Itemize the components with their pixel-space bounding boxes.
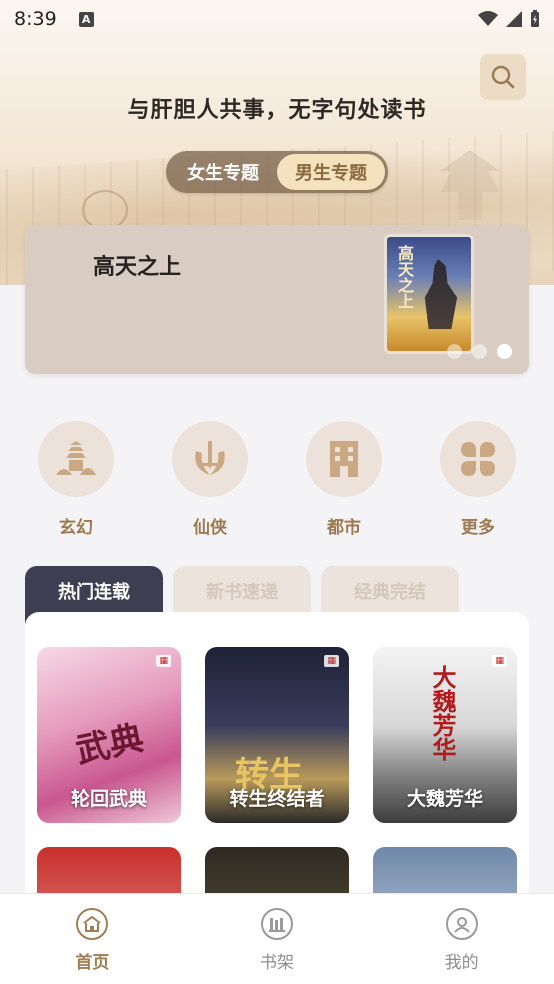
book-title: 大魏芳华 bbox=[406, 788, 483, 810]
category-label: 玄幻 bbox=[59, 518, 93, 538]
publisher-logo: ▦ bbox=[156, 655, 171, 667]
category-xianxia[interactable]: 仙侠 bbox=[172, 421, 248, 538]
book-title: 轮回武典 bbox=[70, 788, 147, 810]
battery-icon bbox=[531, 10, 539, 27]
slogan: 与肝胆人共事，无字句处读书 bbox=[127, 97, 427, 123]
carousel-dot[interactable] bbox=[472, 344, 487, 359]
sword-icon bbox=[195, 441, 225, 475]
status-indicators bbox=[478, 10, 540, 28]
tab-female[interactable]: 女生专题 bbox=[169, 154, 277, 190]
category-icon-wrap bbox=[38, 421, 114, 497]
carousel-dot[interactable] bbox=[447, 344, 462, 359]
book-title: 转生终结者 bbox=[229, 788, 325, 810]
status-bar: 8:39 A bbox=[0, 0, 554, 38]
signal-icon bbox=[506, 11, 522, 27]
four-petal-icon bbox=[461, 442, 495, 476]
category-label: 更多 bbox=[461, 518, 495, 538]
nav-label: 书架 bbox=[259, 953, 294, 973]
wifi-icon bbox=[478, 11, 498, 26]
nav-profile[interactable]: 我的 bbox=[412, 908, 512, 973]
cover-title-text: 武典 bbox=[72, 718, 148, 772]
category-row: 玄幻 仙侠 都市 更多 bbox=[38, 421, 516, 538]
nav-home[interactable]: 首页 bbox=[42, 908, 142, 973]
category-label: 仙侠 bbox=[193, 518, 227, 538]
notification-icon: A bbox=[78, 11, 94, 27]
bookshelf-icon bbox=[260, 908, 293, 940]
tab-male[interactable]: 男生专题 bbox=[277, 154, 385, 190]
carousel-dot-active[interactable] bbox=[497, 344, 512, 359]
gender-toggle: 女生专题 男生专题 bbox=[166, 151, 388, 193]
profile-icon bbox=[445, 908, 478, 940]
category-xuanhuan[interactable]: 玄幻 bbox=[38, 421, 114, 538]
bottom-navigation: 首页 书架 我的 bbox=[0, 893, 554, 984]
cover-title-text: 大魏芳华 bbox=[428, 665, 457, 761]
status-time: 8:39 bbox=[14, 8, 57, 30]
category-icon-wrap bbox=[172, 421, 248, 497]
book-card[interactable]: ▦ 大魏芳华 大魏芳华 bbox=[373, 647, 517, 823]
nav-label: 我的 bbox=[444, 953, 479, 973]
cover-figure bbox=[424, 259, 458, 329]
carousel-dots bbox=[447, 344, 512, 359]
category-icon-wrap bbox=[440, 421, 516, 497]
banner-title: 高天之上 bbox=[93, 254, 182, 280]
banner-book-cover[interactable]: 高天之上 bbox=[384, 234, 474, 354]
seal-decoration bbox=[82, 190, 128, 230]
book-card[interactable]: ▦ 武典 轮回武典 bbox=[37, 647, 181, 823]
publisher-logo: ▦ bbox=[492, 655, 507, 667]
building-icon bbox=[330, 441, 358, 477]
book-grid-panel: ▦ 武典 轮回武典 ▦ 转生 转生终结者 ▦ 大魏芳华 大魏芳华 bbox=[25, 612, 529, 984]
pagoda-icon bbox=[56, 441, 96, 475]
search-icon bbox=[491, 65, 515, 89]
book-card[interactable]: ▦ 转生 转生终结者 bbox=[205, 647, 349, 823]
category-label: 都市 bbox=[327, 518, 361, 538]
featured-banner[interactable]: 高天之上 高天之上 bbox=[25, 225, 529, 374]
cover-title-text: 高天之上 bbox=[395, 245, 414, 309]
nav-label: 首页 bbox=[75, 953, 110, 973]
category-icon-wrap bbox=[306, 421, 382, 497]
publisher-logo: ▦ bbox=[324, 655, 339, 667]
category-more[interactable]: 更多 bbox=[440, 421, 516, 538]
category-dushi[interactable]: 都市 bbox=[306, 421, 382, 538]
home-icon bbox=[76, 908, 109, 940]
nav-bookshelf[interactable]: 书架 bbox=[227, 908, 327, 973]
